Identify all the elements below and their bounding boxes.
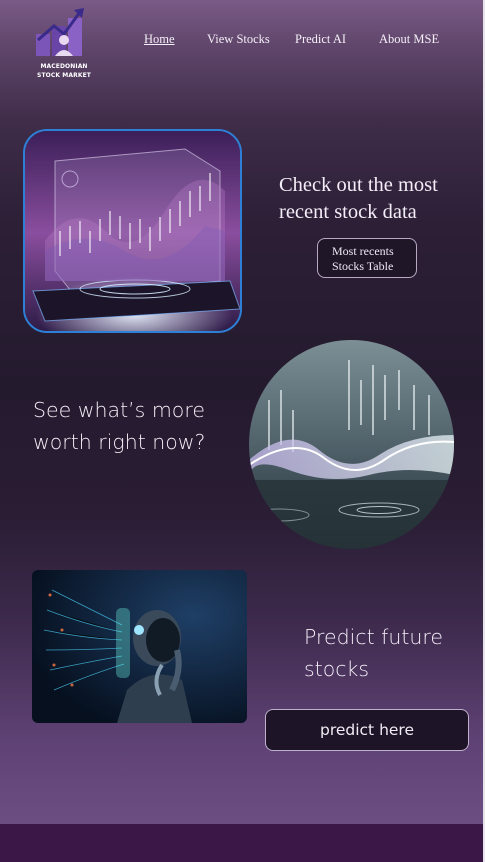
predict-heading: Predict future stocks	[304, 625, 443, 681]
stock-hologram-image	[23, 129, 242, 333]
worth-heading: See what’s more worth right now?	[33, 398, 206, 454]
most-recent-stocks-button[interactable]: Most recents Stocks Table	[317, 238, 417, 278]
nav-home[interactable]: Home	[144, 32, 175, 47]
nav-view-stocks[interactable]: View Stocks	[207, 32, 270, 47]
site-footer	[0, 824, 485, 862]
logo-text: MACEDONIAN STOCK MARKET	[30, 62, 98, 80]
site-logo[interactable]: MACEDONIAN STOCK MARKET	[30, 4, 98, 84]
site-header: MACEDONIAN STOCK MARKET Home View Stocks…	[0, 0, 485, 95]
logo-line-1: MACEDONIAN	[40, 63, 88, 70]
recent-data-heading: Check out the most recent stock data	[279, 174, 438, 223]
nav-predict-ai[interactable]: Predict AI	[295, 32, 346, 47]
logo-line-2: STOCK MARKET	[37, 72, 91, 79]
stock-waves-image	[249, 340, 454, 549]
ai-robot-image	[32, 570, 247, 723]
nav-about-mse[interactable]: About MSE	[379, 32, 439, 47]
logo-chart-icon	[36, 8, 84, 56]
predict-here-button[interactable]: predict here	[265, 709, 469, 751]
